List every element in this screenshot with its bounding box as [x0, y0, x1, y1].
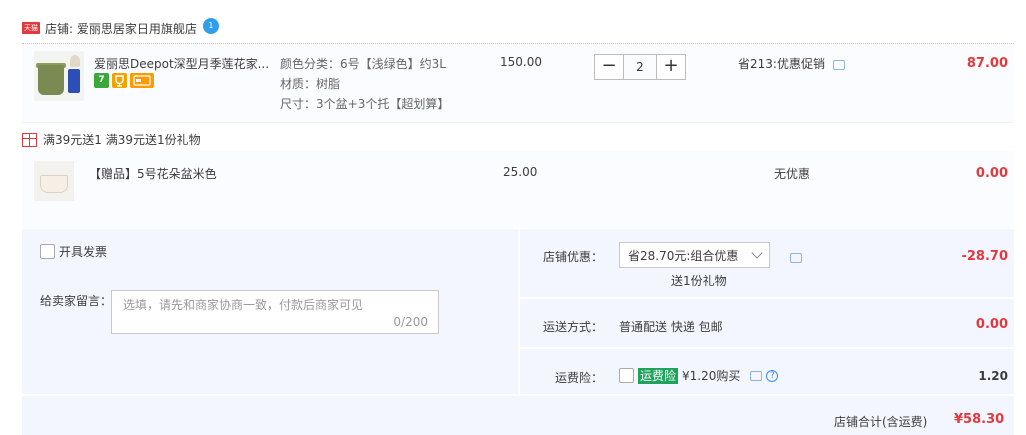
quantity-stepper: − 2 + [594, 54, 686, 80]
bowl-shape [40, 175, 68, 193]
insurance-checkbox[interactable] [619, 368, 634, 383]
credit-card-icon [130, 73, 154, 88]
increase-button[interactable]: + [656, 54, 686, 80]
insurance-value: 1.20 [978, 369, 1008, 383]
invoice-option: 开具发票 [40, 243, 107, 260]
insurance-tag: 运费险 [638, 367, 679, 384]
discount-comment-icon[interactable] [790, 252, 802, 263]
shop-discount-label: 店铺优惠： [543, 250, 604, 264]
shop-discount-selected: 省28.70元:组合优惠 [628, 248, 739, 263]
item-promo: 省213:优惠促销 [738, 55, 845, 72]
item-subtotal: 87.00 [966, 56, 1008, 71]
message-label: 给卖家留言： [40, 294, 113, 308]
delivery-value: 0.00 [975, 317, 1008, 332]
gift-title-link[interactable]: 【赠品】5号花朵盆米色 [89, 165, 217, 182]
insurance-label: 运费险： [555, 371, 604, 385]
divider [520, 297, 1014, 299]
invoice-checkbox[interactable] [40, 244, 55, 259]
item-promo-text: 省213:优惠促销 [738, 57, 825, 71]
shop-name-link[interactable]: 店铺: 爱丽思居家日用旗舰店 [45, 20, 197, 37]
shop-header: 天猫 店铺: 爱丽思居家日用旗舰店 1 [22, 18, 219, 38]
invoice-label: 开具发票 [59, 245, 108, 259]
help-icon[interactable]: ? [766, 369, 779, 382]
sku-size: 尺寸：3个盆+3个托【超划算】 [280, 97, 450, 111]
insurance-comment-icon[interactable] [750, 370, 763, 381]
message-placeholder: 选填，请先和商家协商一致，付款后商家可见 [123, 298, 364, 312]
shop-discount-note: 送1份礼物 [671, 274, 727, 288]
delivery-label: 运送方式： [543, 320, 604, 334]
message-input[interactable]: 选填，请先和商家协商一致，付款后商家可见 0/200 [111, 290, 439, 334]
insurance-price: ¥1.20购买 [682, 369, 741, 383]
pot-shape [38, 65, 64, 95]
item-service-badges: 7 [94, 73, 154, 88]
delivery-method: 普通配送 快递 包邮 [619, 320, 723, 334]
can-shape [68, 69, 80, 93]
shop-discount-value: -28.70 [961, 249, 1008, 264]
unit-price: 150.00 [500, 55, 542, 69]
shop-discount-select[interactable]: 省28.70元:组合优惠 [619, 242, 770, 268]
gift-subtotal: 0.00 [975, 166, 1008, 181]
message-char-count: 0/200 [393, 315, 428, 329]
gift-row [22, 151, 1014, 228]
shop-total-value: ¥58.30 [954, 412, 1005, 427]
gift-promo: 无优惠 [774, 167, 811, 181]
seven-day-return-icon: 7 [94, 73, 109, 88]
shop-total-label: 店铺合计(含运费) [834, 415, 928, 429]
gift-thumbnail[interactable] [34, 161, 74, 201]
gift-icon [22, 132, 37, 147]
cap-shape [70, 55, 80, 67]
decrease-button[interactable]: − [594, 54, 624, 80]
promo-comment-icon[interactable] [832, 59, 845, 70]
guarantee-icon [112, 73, 127, 88]
gift-promo-line: 满39元送1 满39元送1份礼物 [22, 131, 201, 148]
item-thumbnail[interactable] [34, 51, 84, 101]
chat-bubble-icon[interactable]: 1 [202, 18, 219, 34]
gift-unit-price: 25.00 [503, 165, 538, 179]
tmall-badge: 天猫 [22, 22, 40, 34]
quantity-input[interactable]: 2 [624, 54, 656, 80]
divider [520, 347, 1014, 349]
sku-material: 材质：树脂 [280, 77, 341, 91]
insurance-option: 运费险 ¥1.20购买 ? [619, 367, 779, 384]
sku-color: 颜色分类：6号【浅绿色】约3L [280, 57, 446, 71]
item-title-link[interactable]: 爱丽思Deepot深型月季莲花家... [94, 55, 269, 72]
gift-promo-text: 满39元送1 满39元送1份礼物 [43, 133, 201, 147]
chevron-down-icon [751, 247, 763, 259]
